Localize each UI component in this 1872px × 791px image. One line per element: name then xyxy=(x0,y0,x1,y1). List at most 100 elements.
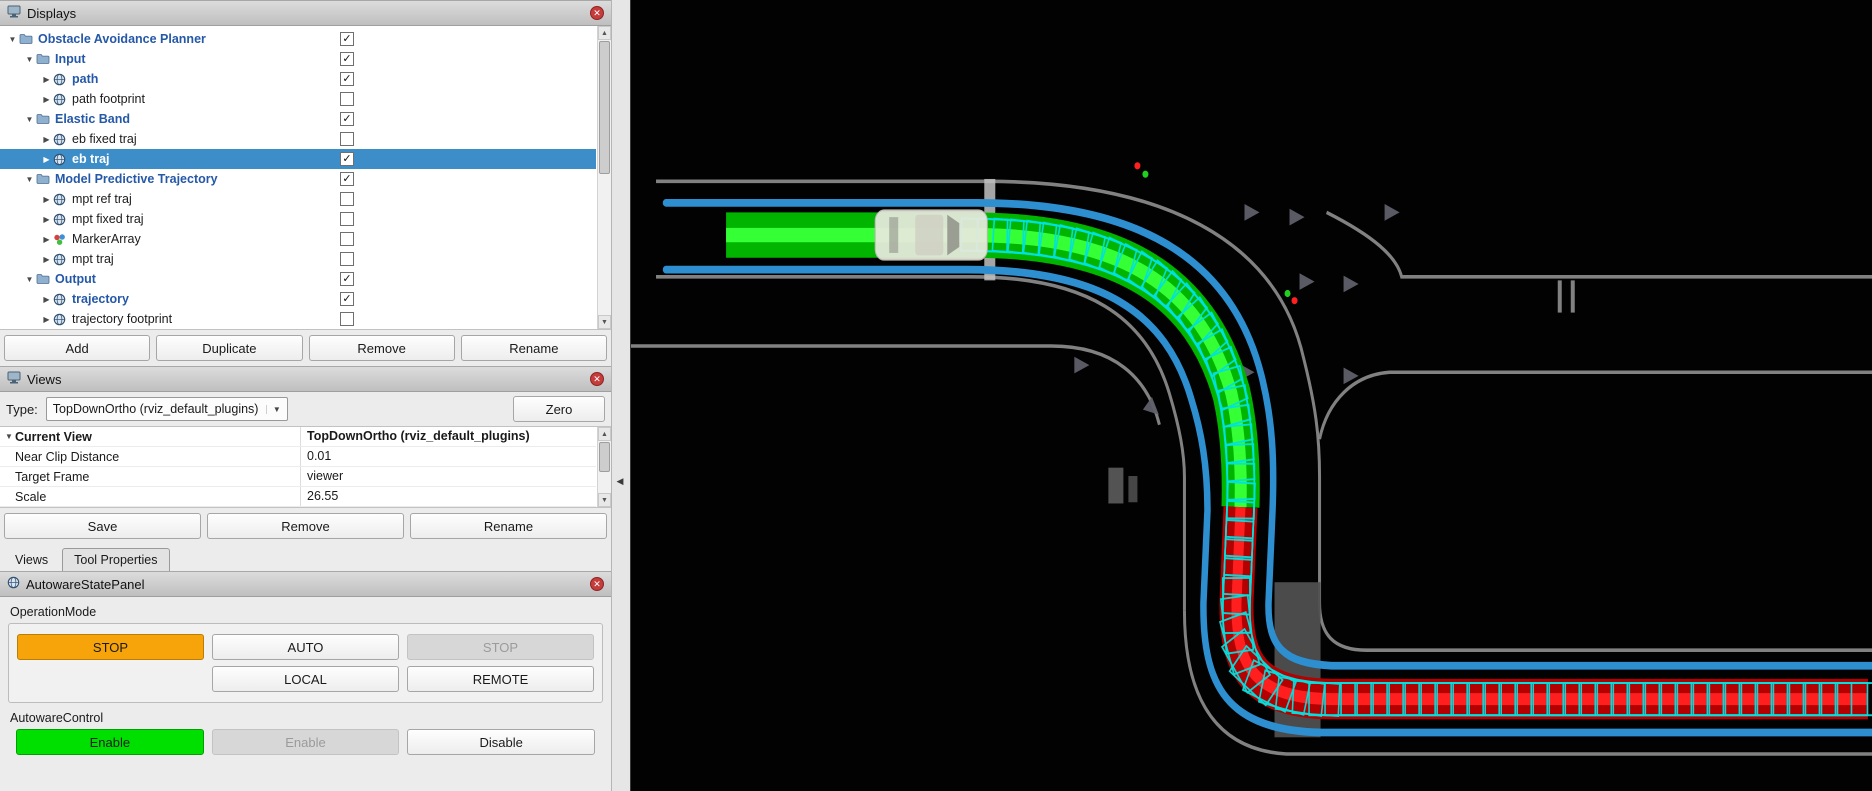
3d-viewport[interactable] xyxy=(631,0,1872,791)
display-type-icon xyxy=(53,253,69,266)
views-grid-scrollbar[interactable]: ▲ ▼ xyxy=(597,427,611,507)
enabled-checkbox[interactable]: ✓ xyxy=(340,272,354,286)
enabled-checkbox[interactable] xyxy=(340,252,354,266)
display-type-icon xyxy=(53,293,69,306)
save-button[interactable]: Save xyxy=(4,513,201,539)
tab-tool-properties[interactable]: Tool Properties xyxy=(62,548,170,571)
views-titlebar[interactable]: Views ✕ xyxy=(0,366,611,392)
tree-row[interactable]: ▶ path ✓ xyxy=(0,69,596,89)
expander-icon[interactable]: ▼ xyxy=(3,432,15,441)
enabled-checkbox[interactable]: ✓ xyxy=(340,292,354,306)
expander-icon[interactable]: ▶ xyxy=(40,95,53,104)
displays-tree-scrollbar[interactable]: ▲ ▼ xyxy=(597,26,611,329)
expander-icon[interactable]: ▶ xyxy=(40,135,53,144)
remote-mode-button[interactable]: REMOTE xyxy=(407,666,594,692)
scrollbar-handle[interactable] xyxy=(599,41,610,175)
tree-row[interactable]: ▼ Obstacle Avoidance Planner ✓ xyxy=(0,29,596,49)
enabled-checkbox[interactable] xyxy=(340,132,354,146)
tree-row[interactable]: ▶ mpt fixed traj xyxy=(0,209,596,229)
view-type-select[interactable]: TopDownOrtho (rviz_default_plugins) ▼ xyxy=(45,397,288,421)
scroll-down-icon[interactable]: ▼ xyxy=(598,315,611,329)
stop-mode-disabled-button[interactable]: STOP xyxy=(407,634,594,660)
tab-views[interactable]: Views xyxy=(4,549,59,571)
panel-splitter[interactable]: ◀ xyxy=(612,0,631,791)
add-button[interactable]: Add xyxy=(4,335,151,361)
tree-row[interactable]: ▶ eb traj ✓ xyxy=(0,149,596,169)
local-mode-button[interactable]: LOCAL xyxy=(212,666,399,692)
property-row[interactable]: ▼ Near Clip Distance 0.01 xyxy=(0,447,596,467)
tree-row[interactable]: ▶ trajectory footprint xyxy=(0,309,596,329)
tree-row[interactable]: ▶ eb fixed traj xyxy=(0,129,596,149)
expander-icon[interactable]: ▼ xyxy=(23,275,36,284)
property-value[interactable]: 26.55 xyxy=(300,487,596,506)
expander-icon[interactable]: ▼ xyxy=(23,55,36,64)
tree-item-label: MarkerArray xyxy=(72,232,141,246)
scroll-up-icon[interactable]: ▲ xyxy=(598,26,611,40)
enabled-checkbox[interactable]: ✓ xyxy=(340,52,354,66)
tree-row[interactable]: ▶ mpt traj xyxy=(0,249,596,269)
stop-mode-active-button[interactable]: STOP xyxy=(17,634,204,660)
zero-button[interactable]: Zero xyxy=(513,396,605,422)
expander-icon[interactable]: ▶ xyxy=(40,155,53,164)
panel-tabs: Views Tool Properties xyxy=(0,544,611,571)
tree-row[interactable]: ▼ Input ✓ xyxy=(0,49,596,69)
enabled-checkbox[interactable] xyxy=(340,232,354,246)
control-enable-disabled-button[interactable]: Enable xyxy=(211,729,400,755)
collapse-panel-icon[interactable]: ◀ xyxy=(614,468,626,494)
property-row[interactable]: ▼ Target Frame viewer xyxy=(0,467,596,487)
tree-row[interactable]: ▶ MarkerArray xyxy=(0,229,596,249)
scroll-down-icon[interactable]: ▼ xyxy=(598,493,611,507)
expander-icon[interactable]: ▼ xyxy=(23,115,36,124)
expander-icon[interactable]: ▶ xyxy=(40,75,53,84)
remove-button[interactable]: Remove xyxy=(308,335,455,361)
scroll-up-icon[interactable]: ▲ xyxy=(598,427,611,441)
3d-view-canvas[interactable] xyxy=(631,0,1872,791)
property-value[interactable]: TopDownOrtho (rviz_default_plugins) xyxy=(300,427,596,446)
enabled-checkbox[interactable]: ✓ xyxy=(340,32,354,46)
property-row[interactable]: ▼ Scale 26.55 xyxy=(0,487,596,507)
enabled-checkbox[interactable]: ✓ xyxy=(340,72,354,86)
enabled-checkbox[interactable] xyxy=(340,192,354,206)
expander-icon[interactable]: ▶ xyxy=(40,295,53,304)
property-value[interactable]: 0.01 xyxy=(300,447,596,466)
rename-button[interactable]: Rename xyxy=(410,513,607,539)
tree-row[interactable]: ▼ Elastic Band ✓ xyxy=(0,109,596,129)
expander-icon[interactable]: ▼ xyxy=(23,175,36,184)
tree-item-label: Output xyxy=(55,272,96,286)
property-row[interactable]: ▼ Current View TopDownOrtho (rviz_defaul… xyxy=(0,427,596,447)
close-icon[interactable]: ✕ xyxy=(590,577,604,591)
expander-icon[interactable]: ▼ xyxy=(6,35,19,44)
control-enable-active-button[interactable]: Enable xyxy=(16,729,204,755)
expander-icon[interactable]: ▶ xyxy=(40,315,53,324)
property-name: Current View xyxy=(15,429,92,444)
control-disable-button[interactable]: Disable xyxy=(407,729,595,755)
tree-row[interactable]: ▼ Output ✓ xyxy=(0,269,596,289)
scrollbar-handle[interactable] xyxy=(599,442,610,473)
displays-panel: Displays ✕ ▲ ▼ ▼ Obstacle Avoidance Plan… xyxy=(0,0,611,366)
display-type-icon xyxy=(53,153,69,166)
enabled-checkbox[interactable]: ✓ xyxy=(340,152,354,166)
expander-icon[interactable]: ▶ xyxy=(40,235,53,244)
auto-mode-button[interactable]: AUTO xyxy=(212,634,399,660)
displays-titlebar[interactable]: Displays ✕ xyxy=(0,0,611,26)
expander-icon[interactable]: ▶ xyxy=(40,215,53,224)
views-panel-icon xyxy=(7,371,21,387)
remove-button[interactable]: Remove xyxy=(207,513,404,539)
property-value[interactable]: viewer xyxy=(300,467,596,486)
duplicate-button[interactable]: Duplicate xyxy=(156,335,303,361)
enabled-checkbox[interactable]: ✓ xyxy=(340,172,354,186)
enabled-checkbox[interactable]: ✓ xyxy=(340,112,354,126)
tree-row[interactable]: ▶ path footprint xyxy=(0,89,596,109)
close-icon[interactable]: ✕ xyxy=(590,6,604,20)
enabled-checkbox[interactable] xyxy=(340,92,354,106)
close-icon[interactable]: ✕ xyxy=(590,372,604,386)
autoware-state-titlebar[interactable]: AutowareStatePanel ✕ xyxy=(0,571,611,597)
expander-icon[interactable]: ▶ xyxy=(40,255,53,264)
expander-icon[interactable]: ▶ xyxy=(40,195,53,204)
enabled-checkbox[interactable] xyxy=(340,312,354,326)
rename-button[interactable]: Rename xyxy=(460,335,607,361)
tree-row[interactable]: ▶ mpt ref traj xyxy=(0,189,596,209)
enabled-checkbox[interactable] xyxy=(340,212,354,226)
tree-row[interactable]: ▼ Model Predictive Trajectory ✓ xyxy=(0,169,596,189)
tree-row[interactable]: ▶ trajectory ✓ xyxy=(0,289,596,309)
